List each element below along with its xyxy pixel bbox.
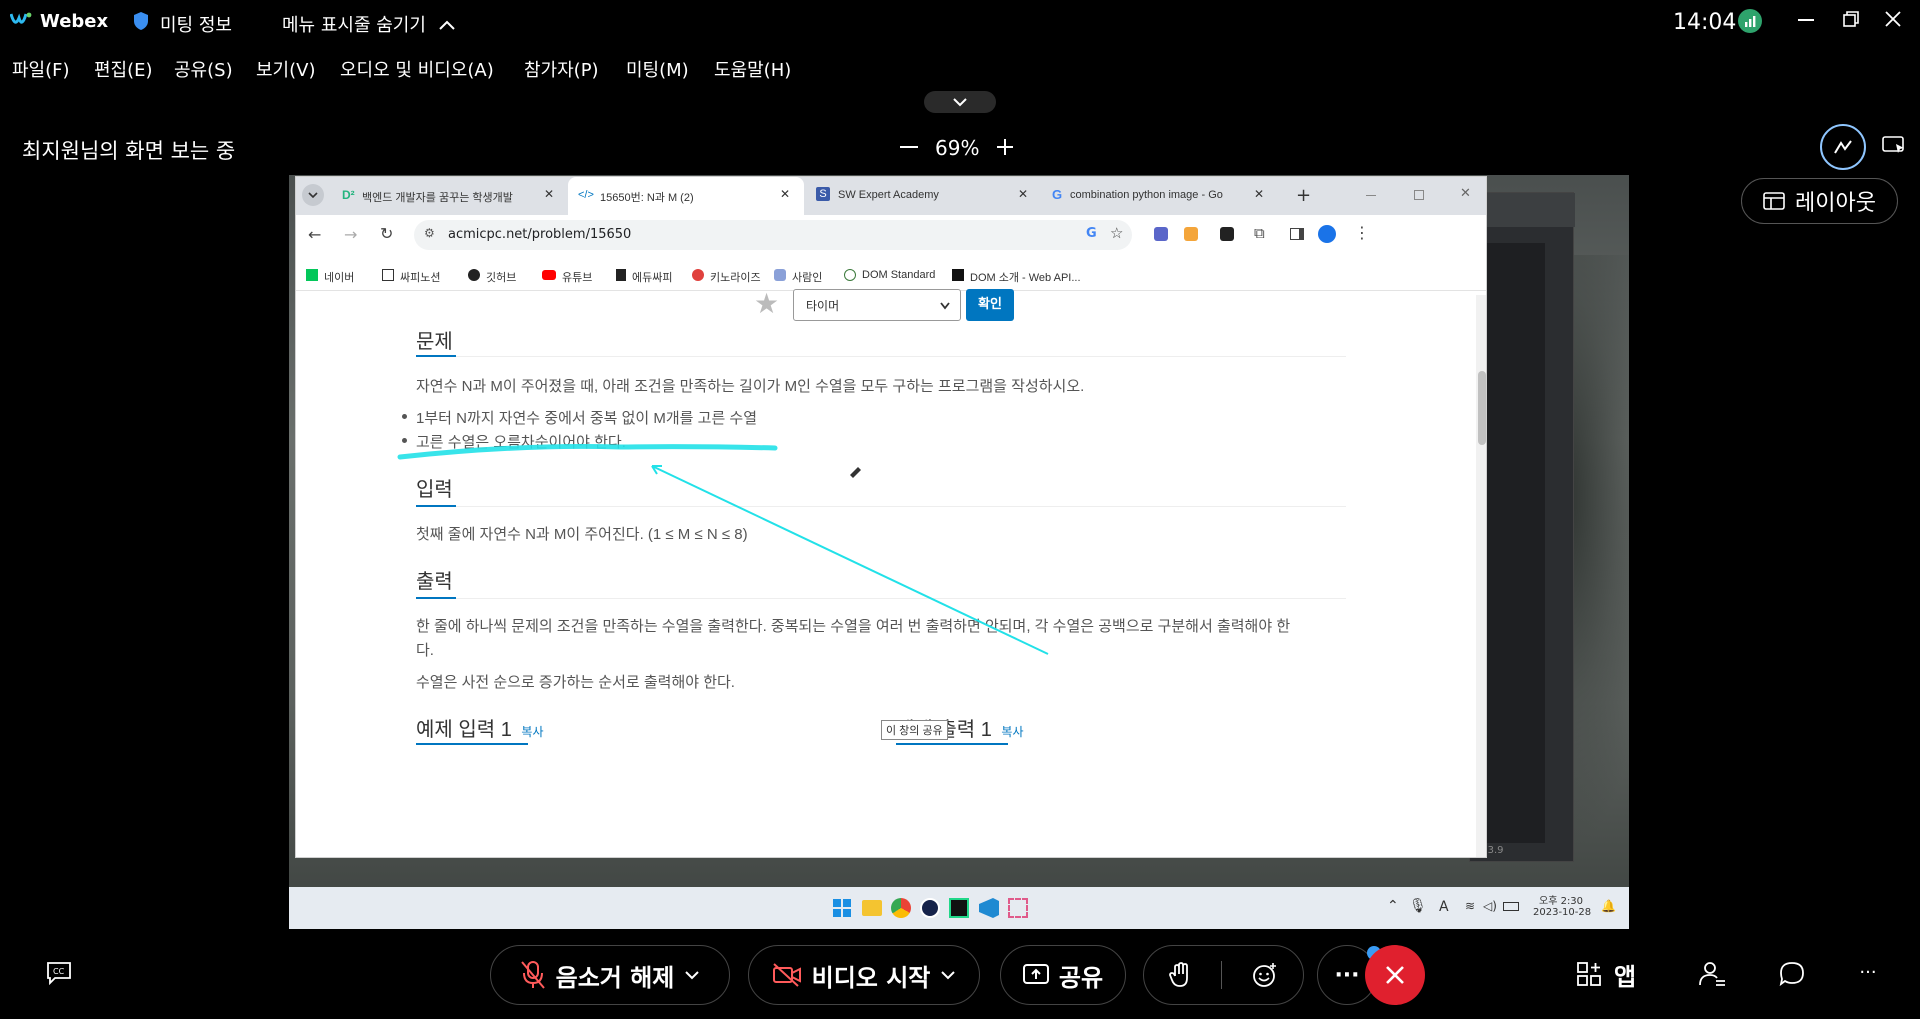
chat-button[interactable]: [1777, 960, 1807, 988]
share-label: 공유: [1058, 963, 1104, 992]
more-icon: ···: [1334, 962, 1360, 988]
mic-muted-icon[interactable]: 🎙: [1409, 898, 1427, 914]
unmute-button[interactable]: 음소거 해제: [490, 945, 730, 1005]
annotation-arrow: [651, 465, 1049, 655]
start-video-label: 비디오 시작: [811, 963, 931, 992]
vscode-icon[interactable]: [979, 898, 999, 918]
more-panels-button[interactable]: ···: [1858, 961, 1878, 983]
taskbar-time[interactable]: 오후 2:30: [1539, 892, 1583, 907]
video-off-icon: [772, 963, 801, 987]
annotation-layer: [397, 443, 1049, 655]
participants-button[interactable]: [1697, 960, 1727, 988]
layout-button[interactable]: 레이아웃: [1741, 178, 1898, 224]
ime-indicator[interactable]: A: [1439, 899, 1449, 915]
share-screen-icon: [1022, 964, 1049, 984]
unmute-label: 음소거 해제: [555, 963, 675, 992]
taskbar-date[interactable]: 2023-10-28: [1533, 907, 1591, 918]
share-button[interactable]: 공유: [1000, 945, 1126, 1005]
remote-taskbar: ⌃ 🎙 A ≋ ◁) 오후 2:30 2023-10-28 🔔: [289, 887, 1629, 929]
end-call-button[interactable]: [1365, 945, 1425, 1005]
captions-button[interactable]: CC: [44, 960, 74, 986]
tray-chevron-up-icon[interactable]: ⌃: [1387, 898, 1399, 914]
raise-hand-icon[interactable]: [1169, 962, 1191, 988]
windows-start-icon[interactable]: [833, 899, 851, 921]
more-horizontal-icon: ···: [1859, 961, 1877, 983]
layout-label: 레이아웃: [1795, 191, 1876, 216]
notification-bell-icon[interactable]: 🔔: [1601, 899, 1616, 913]
battery-icon[interactable]: [1503, 902, 1519, 911]
mic-muted-icon: [520, 961, 545, 989]
closed-captions-icon: CC: [47, 962, 71, 985]
svg-text:CC: CC: [53, 967, 65, 976]
pen-cursor-icon: [850, 467, 861, 478]
chevron-down-icon: [685, 971, 700, 980]
snipping-tool-icon[interactable]: [1008, 898, 1028, 918]
pycharm-icon[interactable]: [949, 898, 969, 918]
app-icon[interactable]: [920, 898, 940, 918]
wifi-icon[interactable]: ≋: [1465, 899, 1475, 913]
start-video-button[interactable]: 비디오 시작: [748, 945, 980, 1005]
layout-icon: [1763, 192, 1785, 210]
meeting-controls-bar: CC 음소거 해제 비디오 시작 공유 ··· 앱 ···: [0, 930, 1920, 1019]
chrome-icon[interactable]: [891, 898, 911, 918]
file-explorer-icon[interactable]: [862, 900, 882, 916]
volume-icon[interactable]: ◁): [1483, 899, 1497, 913]
close-icon: [1386, 966, 1404, 984]
chat-bubble-icon: [1779, 962, 1804, 987]
annotation-underline: [397, 443, 778, 460]
reactions-group: [1143, 945, 1304, 1005]
apps-grid-icon: [1577, 962, 1601, 986]
reactions-icon[interactable]: [1252, 962, 1278, 988]
apps-label: 앱: [1614, 962, 1637, 991]
divider: [1221, 961, 1222, 989]
apps-button[interactable]: 앱: [1576, 958, 1637, 991]
participants-icon: [1699, 962, 1725, 986]
chevron-down-icon: [941, 971, 956, 980]
